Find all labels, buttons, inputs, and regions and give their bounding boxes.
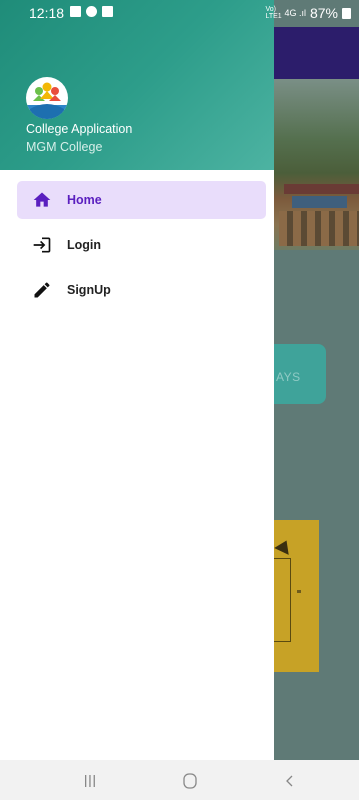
photo-roof — [284, 184, 359, 194]
home-button[interactable] — [180, 772, 200, 790]
battery-icon — [342, 7, 351, 19]
status-time: 12:18 — [29, 5, 65, 21]
drawer-app-title: College Application — [26, 122, 133, 136]
volte-icon: Vo) LTE1 — [265, 6, 282, 20]
drawer-app-subtitle: MGM College — [26, 140, 103, 154]
home-button-icon — [183, 773, 197, 789]
system-nav-bar — [0, 760, 359, 800]
menu-item-login[interactable]: Login — [17, 226, 266, 264]
college-logo-icon — [26, 77, 68, 119]
battery-percent: 87% — [309, 5, 338, 21]
navigation-drawer: College Application MGM College Home Log… — [0, 0, 274, 760]
background-box — [274, 558, 291, 642]
check-icon — [102, 6, 113, 17]
gallery-icon — [70, 6, 81, 17]
menu-item-signup[interactable]: SignUp — [17, 271, 266, 309]
menu-item-label: SignUp — [67, 283, 111, 297]
photo-pillars — [279, 211, 359, 246]
menu-item-home[interactable]: Home — [17, 181, 266, 219]
background-app-bar — [274, 27, 359, 79]
background-yellow-card — [274, 520, 319, 672]
background-dot — [297, 590, 301, 593]
photo-sign — [292, 196, 347, 208]
graduation-cap-icon — [274, 537, 294, 555]
menu-item-label: Home — [67, 193, 102, 207]
login-icon — [33, 237, 51, 253]
recent-apps-button[interactable] — [80, 772, 100, 790]
back-button[interactable] — [280, 772, 300, 790]
signal-icon: 4G .ıl — [284, 8, 306, 18]
recent-apps-icon — [85, 775, 95, 787]
pencil-icon — [34, 282, 50, 298]
menu-item-label: Login — [67, 238, 102, 252]
status-bar: 12:18 Vo) LTE1 4G .ıl 87% — [0, 0, 359, 27]
home-icon — [33, 192, 51, 207]
background-card-text: AYS — [276, 370, 301, 384]
back-icon — [286, 775, 293, 787]
drawer-menu: Home Login SignUp — [0, 181, 274, 316]
status-notification-icons — [70, 6, 113, 17]
college-photo — [274, 79, 359, 250]
whatsapp-icon — [86, 6, 97, 17]
status-system-icons: Vo) LTE1 4G .ıl 87% — [265, 5, 351, 21]
